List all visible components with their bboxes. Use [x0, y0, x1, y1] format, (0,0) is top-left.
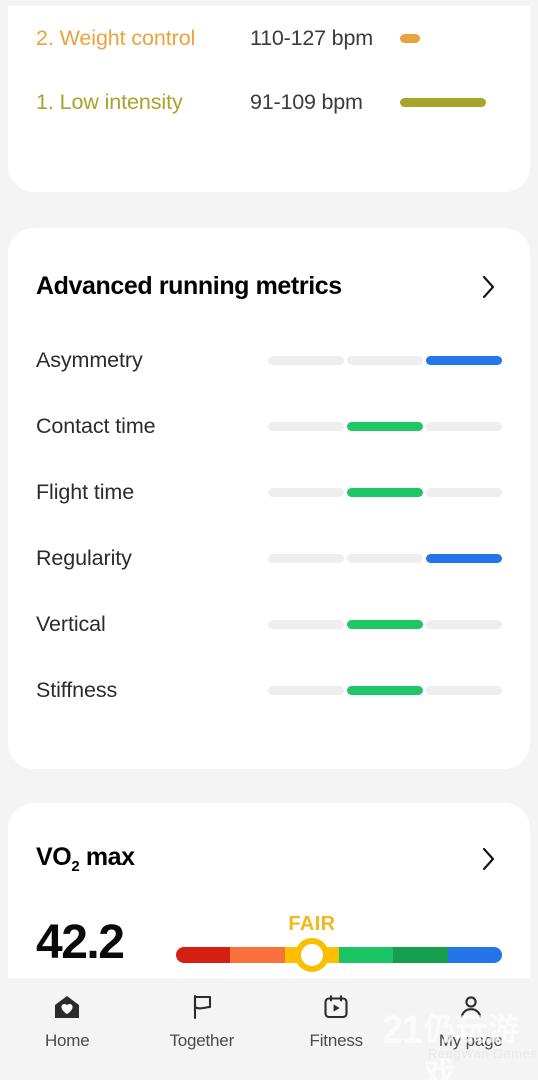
nav-label-home: Home — [44, 1031, 90, 1050]
page-title: Advanced running metrics — [36, 272, 342, 300]
hr-zone-bar — [400, 97, 486, 107]
metric-row[interactable]: Asymmetry — [8, 327, 530, 393]
hr-zone-bar — [400, 33, 420, 43]
vo2-max-header[interactable]: VO2 max — [8, 843, 530, 875]
hr-zone-name: 1. Low intensity — [36, 89, 183, 114]
metric-segment — [347, 553, 423, 563]
flag-icon — [187, 992, 217, 1022]
metric-segment — [426, 487, 502, 497]
advanced-running-metrics-card: Advanced running metrics Asymmetry Contac… — [8, 228, 530, 769]
hr-zone-bpm: 91-109 bpm — [250, 89, 363, 114]
calendar-play-icon — [321, 992, 351, 1022]
metric-label: Stiffness — [36, 677, 118, 702]
vo2-rating-label: FAIR — [288, 913, 336, 935]
vo2-title-rest: max — [85, 843, 135, 871]
metric-segment-track — [268, 355, 502, 365]
person-icon — [456, 992, 486, 1022]
metric-label: Flight time — [36, 479, 135, 504]
metric-segment — [268, 553, 344, 563]
vo2-max-body: 42.2 FAIR — [8, 913, 530, 972]
metric-segment — [347, 619, 423, 629]
hr-zone-bpm: 110-127 bpm — [250, 25, 373, 50]
hr-zone-name: 2. Weight control — [36, 25, 196, 50]
vo2-title-main: VO — [36, 843, 72, 871]
nav-item-fitness[interactable]: Fitness — [269, 992, 404, 1051]
vo2-gauge-segment — [338, 947, 394, 963]
card-spacer — [0, 769, 538, 803]
metric-segment-track — [268, 619, 502, 629]
vo2-max-gauge[interactable]: FAIR — [176, 913, 502, 972]
vo2-gauge-segment — [176, 947, 231, 963]
metric-segment — [347, 487, 423, 497]
nav-item-home[interactable]: Home — [0, 992, 135, 1051]
metric-segment — [268, 487, 344, 497]
vo2-gauge-marker[interactable] — [294, 938, 329, 972]
metric-segment — [426, 355, 502, 365]
metric-segment — [347, 685, 423, 695]
chevron-right-icon[interactable] — [476, 274, 502, 300]
metric-segment-track — [268, 487, 502, 497]
card-spacer — [0, 192, 538, 228]
hr-zone-row[interactable]: 1. Low intensity 91-109 bpm — [36, 70, 502, 134]
metric-segment — [268, 685, 344, 695]
metric-segment-track — [268, 553, 502, 563]
vo2-gauge-track — [176, 947, 502, 963]
vo2-gauge-segment — [393, 947, 448, 963]
nav-label-fitness: Fitness — [309, 1031, 364, 1050]
hr-zone-row[interactable]: 2. Weight control 110-127 bpm — [36, 6, 502, 70]
metric-segment — [268, 619, 344, 629]
home-heart-icon — [52, 992, 82, 1022]
metric-segment — [426, 421, 502, 431]
vo2-max-title: VO2 max — [36, 843, 135, 875]
metric-segment-track — [268, 421, 502, 431]
advanced-metrics-header[interactable]: Advanced running metrics — [8, 272, 530, 301]
metric-segment-track — [268, 685, 502, 695]
metric-segment — [268, 421, 344, 431]
metric-segment — [347, 355, 423, 365]
heart-rate-zones-card: 2. Weight control 110-127 bpm 1. Low int… — [8, 6, 530, 192]
nav-label-together: Together — [169, 1031, 235, 1050]
nav-item-together[interactable]: Together — [135, 992, 270, 1051]
metric-label: Contact time — [36, 413, 156, 438]
metric-label: Regularity — [36, 545, 132, 570]
metric-segment — [268, 355, 344, 365]
metric-label: Asymmetry — [36, 347, 143, 372]
metric-row[interactable]: Flight time — [8, 459, 530, 525]
vo2-max-value: 42.2 — [36, 916, 125, 969]
metric-segment — [426, 685, 502, 695]
metric-segment — [426, 619, 502, 629]
metric-row[interactable]: Vertical — [8, 591, 530, 657]
metric-row[interactable]: Contact time — [8, 393, 530, 459]
bottom-navigation-bar: Home Together Fitness My page — [0, 978, 538, 1080]
vo2-title-subscript: 2 — [71, 858, 80, 875]
metric-segment — [426, 553, 502, 563]
vo2-gauge-segment — [447, 947, 502, 963]
nav-item-my-page[interactable]: My page — [404, 992, 538, 1051]
vo2-gauge-segment — [230, 947, 285, 963]
chevron-right-icon[interactable] — [476, 846, 502, 872]
metric-row[interactable]: Regularity — [8, 525, 530, 591]
nav-label-my-page: My page — [438, 1031, 503, 1050]
metric-row[interactable]: Stiffness — [8, 657, 530, 723]
metric-segment — [347, 421, 423, 431]
metric-label: Vertical — [36, 611, 106, 636]
